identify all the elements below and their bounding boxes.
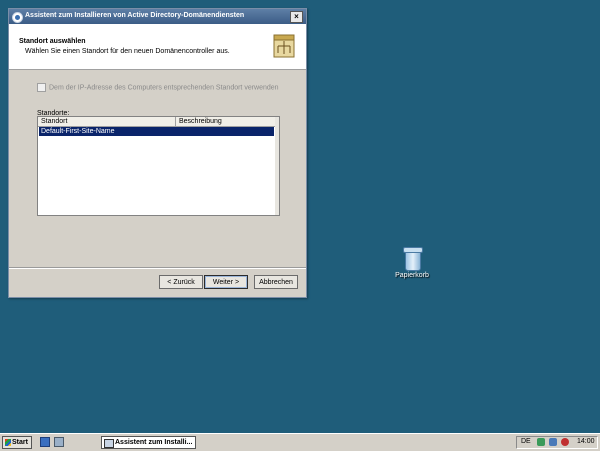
command-prompt-icon[interactable] (54, 437, 64, 447)
list-scrollbar[interactable] (275, 117, 279, 215)
site-name: Default-First-Site-Name (41, 128, 115, 135)
sites-listview[interactable]: Standort Beschreibung Default-First-Site… (37, 116, 280, 216)
back-button[interactable]: < Zurück (159, 275, 203, 289)
checkbox-label: Dem der IP-Adresse des Computers entspre… (49, 84, 279, 92)
list-item[interactable]: Default-First-Site-Name (39, 127, 274, 136)
language-indicator[interactable]: DE (521, 438, 531, 445)
install-wizard-window[interactable]: Assistent zum Installieren von Active Di… (8, 8, 307, 298)
taskbar-wizard-button[interactable]: Assistent zum Installi... (101, 436, 196, 449)
wizard-header: Standort auswählen Wählen Sie einen Stan… (9, 24, 306, 70)
server-manager-icon[interactable] (40, 437, 50, 447)
alert-icon[interactable] (561, 438, 569, 446)
wizard-app-icon (12, 12, 23, 23)
cancel-button[interactable]: Abbrechen (254, 275, 298, 289)
taskbar: Start Assistent zum Installi... DE 14:00 (0, 433, 600, 451)
recycle-bin-icon (403, 246, 423, 271)
volume-icon[interactable] (549, 438, 557, 446)
network-icon[interactable] (537, 438, 545, 446)
title-bar[interactable]: Assistent zum Installieren von Active Di… (9, 9, 306, 24)
task-label: Assistent zum Installi... (115, 439, 193, 446)
next-button[interactable]: Weiter > (204, 275, 248, 289)
clock[interactable]: 14:00 (577, 438, 595, 445)
windows-flag-icon (5, 439, 11, 446)
use-ip-site-checkbox (37, 83, 46, 92)
recycle-bin-label: Papierkorb (395, 272, 429, 279)
start-label: Start (12, 439, 28, 446)
close-button[interactable]: × (290, 11, 303, 23)
recycle-bin-shortcut[interactable]: Papierkorb (392, 246, 432, 279)
list-header: Standort Beschreibung (38, 117, 279, 127)
page-title: Standort auswählen (19, 38, 86, 45)
column-header-description[interactable]: Beschreibung (176, 117, 279, 126)
window-title: Assistent zum Installieren von Active Di… (25, 12, 245, 19)
use-ip-site-checkbox-row: Dem der IP-Adresse des Computers entspre… (37, 83, 279, 92)
wizard-task-icon (104, 439, 114, 448)
column-header-site[interactable]: Standort (38, 117, 176, 126)
page-subtitle: Wählen Sie einen Standort für den neuen … (25, 48, 230, 55)
directory-book-icon (273, 34, 295, 58)
button-separator (9, 267, 306, 269)
start-button[interactable]: Start (2, 436, 32, 449)
